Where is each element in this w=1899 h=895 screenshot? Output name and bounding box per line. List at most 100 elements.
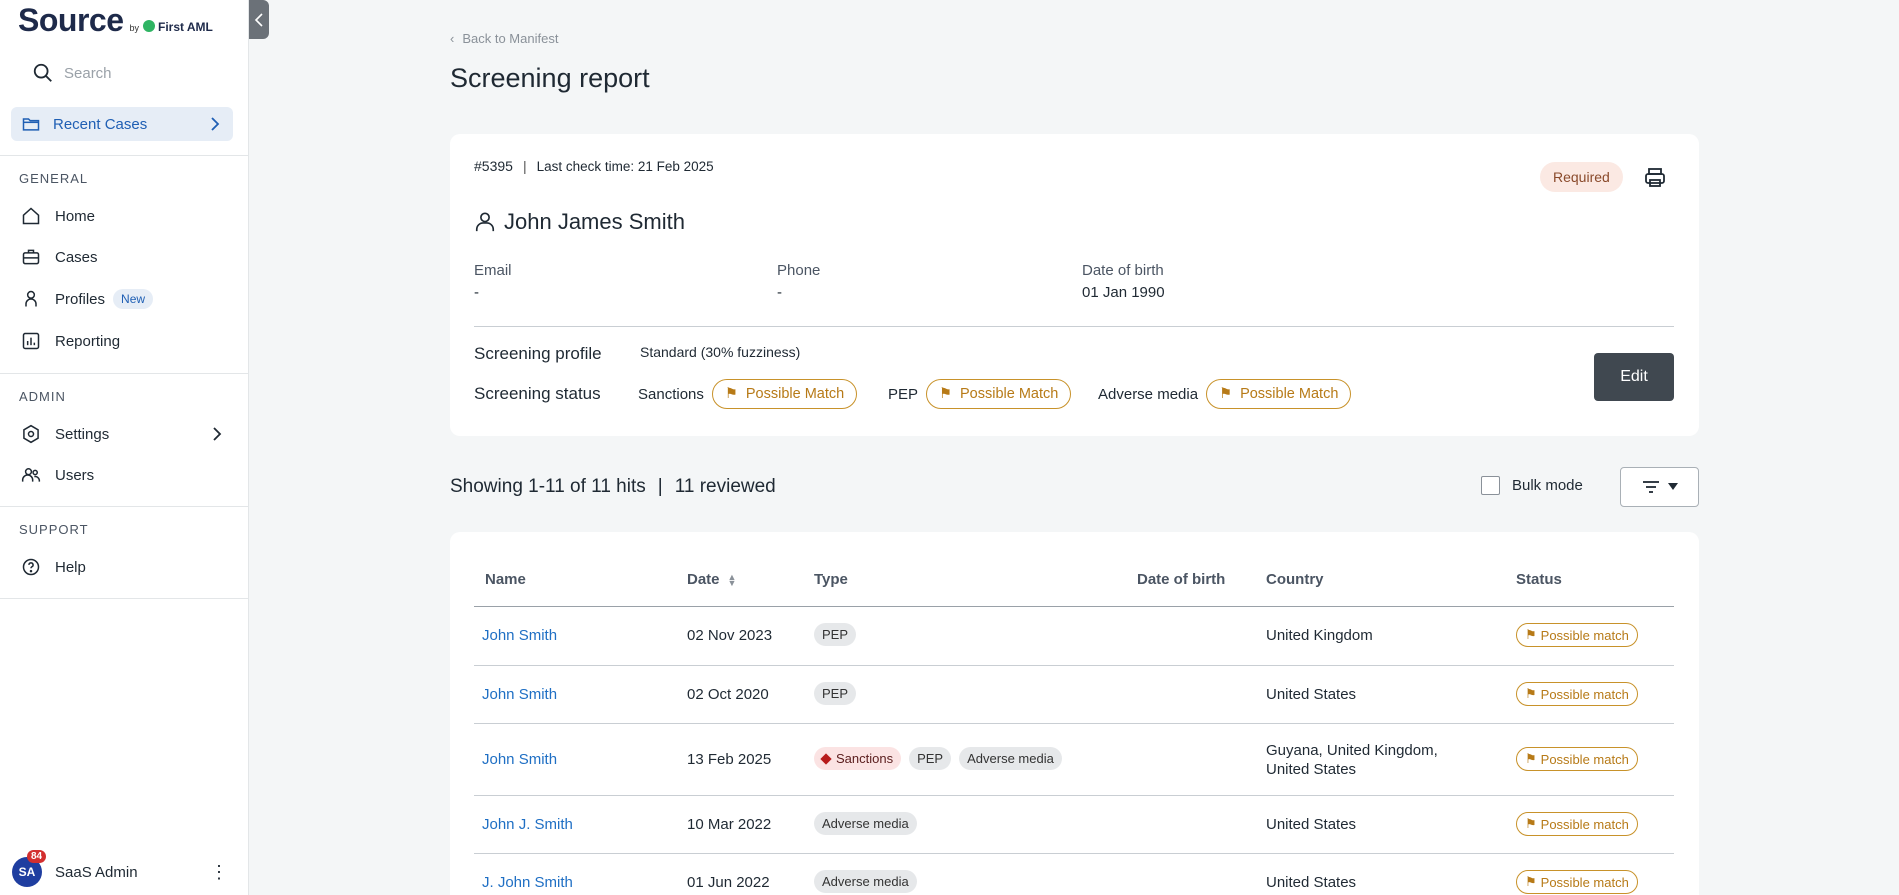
status-label: Possible match bbox=[1540, 751, 1629, 767]
type-tag: Adverse media bbox=[814, 812, 917, 835]
match-label: Possible Match bbox=[960, 386, 1059, 402]
search-icon bbox=[33, 63, 52, 82]
dob-value: 01 Jan 1990 bbox=[1082, 284, 1165, 301]
status-label: Possible match bbox=[1540, 874, 1629, 890]
hit-name-link[interactable]: John Smith bbox=[482, 686, 557, 703]
bulk-mode-toggle[interactable]: Bulk mode bbox=[1481, 476, 1583, 495]
flag-icon: ⚑ bbox=[724, 386, 738, 402]
row-divider bbox=[474, 665, 1674, 666]
divider bbox=[0, 598, 249, 599]
hit-country: United States bbox=[1266, 874, 1357, 891]
sidebar-item-cases[interactable]: Cases bbox=[20, 243, 234, 271]
row-divider bbox=[474, 853, 1674, 854]
hit-country: United States bbox=[1266, 686, 1357, 703]
gear-icon bbox=[20, 423, 42, 445]
hit-name-link[interactable]: John Smith bbox=[482, 627, 557, 644]
type-tag-sanctions: Sanctions bbox=[814, 747, 902, 770]
table-header-divider bbox=[474, 606, 1674, 607]
hit-types: Sanctions PEP Adverse media bbox=[814, 747, 1070, 770]
report-chart-icon bbox=[20, 330, 42, 352]
caret-down-icon bbox=[1667, 483, 1678, 490]
recent-cases-button[interactable]: Recent Cases bbox=[11, 107, 233, 141]
flag-icon: ⚑ bbox=[1525, 874, 1537, 889]
email-value: - bbox=[474, 284, 479, 301]
type-tag-label: Sanctions bbox=[836, 751, 894, 766]
summary-card: #5395 | Last check time: 21 Feb 2025 Req… bbox=[450, 134, 1699, 436]
screening-profile-value: Standard (30% fuzziness) bbox=[640, 344, 801, 360]
hit-date: 01 Jun 2022 bbox=[687, 874, 770, 891]
screening-status-label: Screening status bbox=[474, 384, 601, 403]
sidebar-item-settings[interactable]: Settings bbox=[20, 420, 234, 448]
hit-country: Guyana, United Kingdom, United States bbox=[1266, 741, 1438, 779]
more-options-icon[interactable]: ⋮ bbox=[210, 863, 228, 881]
sidebar-item-users[interactable]: Users bbox=[20, 461, 234, 489]
possible-match-badge: ⚑ Possible Match bbox=[1206, 379, 1352, 409]
back-link-label: Back to Manifest bbox=[462, 31, 559, 46]
search-input[interactable] bbox=[64, 64, 224, 82]
sidebar-item-home[interactable]: Home bbox=[20, 202, 234, 230]
status-adverse-media: Adverse media ⚑ Possible Match bbox=[1098, 379, 1352, 409]
possible-match-badge: ⚑ Possible match bbox=[1516, 812, 1638, 836]
user-menu[interactable]: SA 84 SaaS Admin ⋮ bbox=[12, 850, 232, 887]
case-id: #5395 bbox=[474, 158, 513, 174]
chevron-right-icon bbox=[213, 427, 222, 441]
hits-summary: Showing 1-11 of 11 hits | 11 reviewed bbox=[450, 476, 776, 498]
column-header-country[interactable]: Country bbox=[1266, 571, 1324, 588]
status-label: Possible match bbox=[1540, 686, 1629, 702]
column-header-type[interactable]: Type bbox=[814, 571, 848, 588]
notification-badge: 84 bbox=[27, 850, 47, 863]
filter-button[interactable] bbox=[1620, 467, 1699, 507]
hit-name-link[interactable]: J. John Smith bbox=[482, 874, 573, 891]
dob-field: Date of birth 01 Jan 1990 bbox=[1082, 262, 1165, 301]
edit-button[interactable]: Edit bbox=[1594, 353, 1674, 401]
possible-match-badge: ⚑ Possible match bbox=[1516, 747, 1638, 771]
brand-by: by bbox=[129, 23, 139, 33]
sidebar-item-help[interactable]: Help bbox=[20, 553, 234, 581]
phone-field: Phone - bbox=[777, 262, 820, 301]
brand-name: Source bbox=[18, 2, 124, 38]
column-header-name[interactable]: Name bbox=[485, 571, 526, 588]
divider bbox=[0, 373, 249, 374]
recent-cases-label: Recent Cases bbox=[53, 115, 148, 133]
sidebar-item-profiles[interactable]: Profiles New bbox=[20, 285, 234, 313]
dob-label: Date of birth bbox=[1082, 262, 1164, 279]
sidebar: Source by First AML Recent Cases GENERAL… bbox=[0, 0, 249, 895]
first-aml-logo-icon bbox=[143, 20, 155, 32]
hit-types: Adverse media bbox=[814, 870, 925, 893]
sidebar-item-label: Home bbox=[55, 207, 96, 225]
column-header-status[interactable]: Status bbox=[1516, 571, 1562, 588]
flag-icon: ⚑ bbox=[939, 386, 953, 402]
hit-types: PEP bbox=[814, 623, 864, 646]
hit-types: Adverse media bbox=[814, 812, 925, 835]
possible-match-badge: ⚑ Possible match bbox=[1516, 623, 1638, 647]
person-icon bbox=[475, 212, 495, 232]
brand-partner: First AML bbox=[158, 20, 213, 34]
hit-name-link[interactable]: John J. Smith bbox=[482, 816, 573, 833]
type-tag: PEP bbox=[909, 747, 952, 770]
sidebar-item-reporting[interactable]: Reporting bbox=[20, 327, 234, 355]
divider bbox=[474, 326, 1674, 327]
avatar[interactable]: SA 84 bbox=[12, 850, 47, 887]
status-category: PEP bbox=[888, 385, 919, 403]
flag-icon: ⚑ bbox=[1525, 816, 1537, 831]
country-line: Guyana, United Kingdom, bbox=[1266, 742, 1438, 759]
back-link[interactable]: ‹ Back to Manifest bbox=[450, 31, 558, 46]
home-icon bbox=[20, 205, 42, 227]
case-meta: #5395 | Last check time: 21 Feb 2025 bbox=[474, 158, 714, 174]
print-icon[interactable] bbox=[1643, 166, 1667, 195]
column-header-dob[interactable]: Date of birth bbox=[1137, 571, 1225, 588]
phone-value: - bbox=[777, 284, 782, 301]
help-icon bbox=[20, 556, 42, 578]
hit-name-link[interactable]: John Smith bbox=[482, 751, 557, 768]
column-header-date[interactable]: Date ▲ ▼ bbox=[687, 571, 736, 588]
flag-icon: ⚑ bbox=[1525, 627, 1537, 642]
sort-icon[interactable]: ▲ ▼ bbox=[728, 573, 737, 588]
bulk-mode-checkbox[interactable] bbox=[1481, 476, 1500, 495]
folder-icon bbox=[22, 118, 40, 131]
type-tag: PEP bbox=[814, 623, 857, 646]
divider bbox=[0, 155, 249, 156]
sidebar-item-label: Help bbox=[55, 558, 86, 576]
sanctions-diamond-icon bbox=[820, 752, 832, 765]
collapse-sidebar-button[interactable] bbox=[249, 0, 269, 39]
brand-logo[interactable]: Source by First AML bbox=[18, 2, 213, 39]
